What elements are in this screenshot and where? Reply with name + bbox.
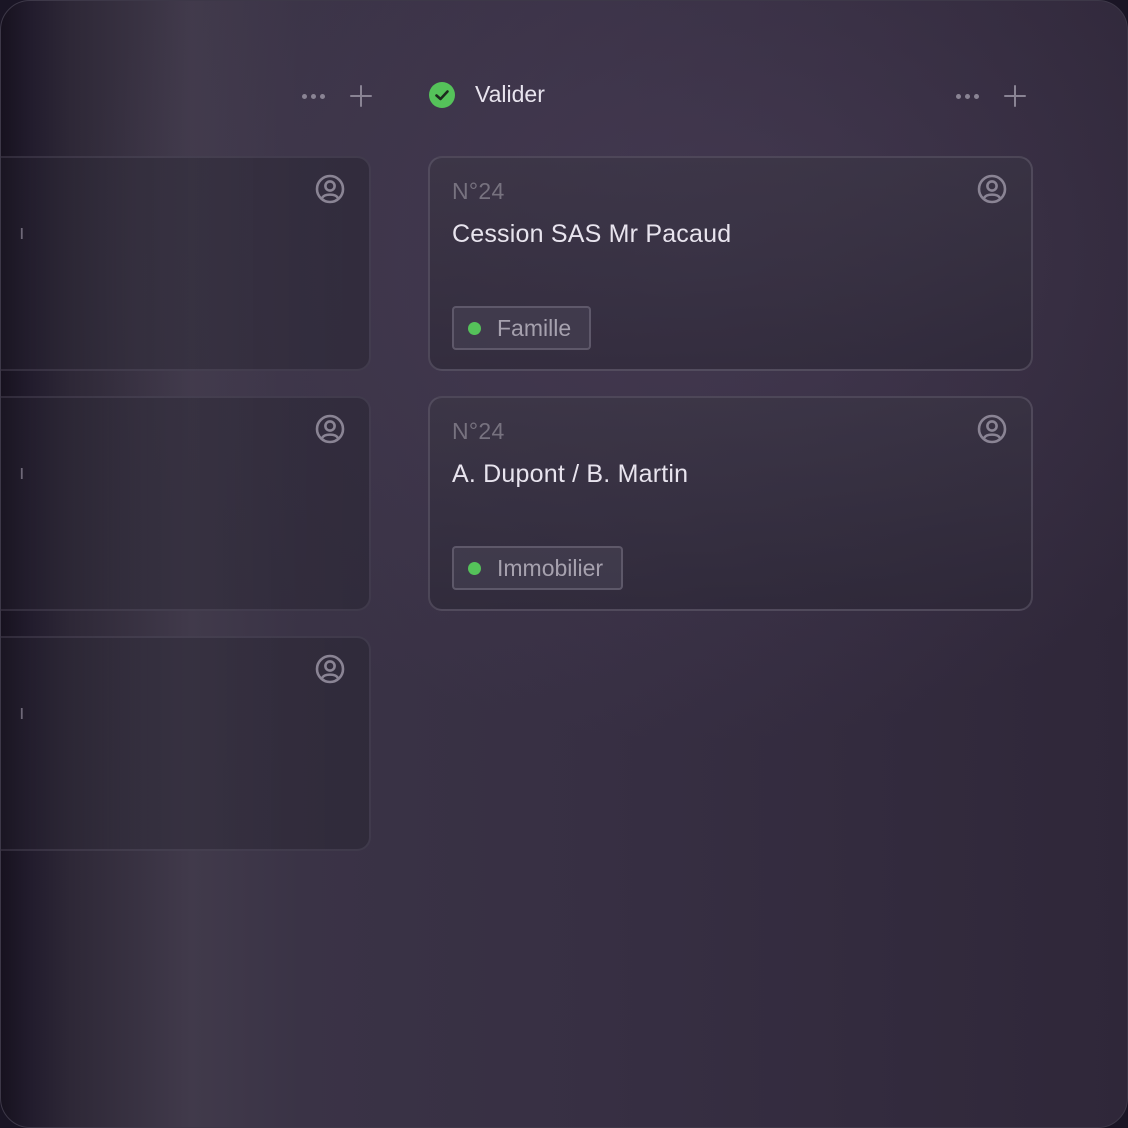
column-left: ı ı ı [1,1,391,1127]
card-number: N°24 [452,418,505,444]
status-dot [468,321,481,335]
tag-immobilier[interactable]: Immobilier [452,546,624,590]
more-dots-icon[interactable] [954,79,980,113]
card-left-1[interactable]: ı [1,156,371,371]
plus-icon[interactable] [998,79,1032,113]
card-dupont-martin[interactable]: N°24 A. Dupont / B. Martin Immobilier [428,396,1033,611]
kanban-board: ı ı ı Valider N°24 Cession SAS Mr Pacaud… [0,0,1128,1128]
more-dots-icon[interactable] [300,79,326,113]
card-left-2-truncated-text: ı [19,462,25,484]
status-dot [468,561,481,575]
card-number: N°24 [452,178,505,204]
column-valider-header-actions [954,79,1032,113]
user-circle-icon[interactable] [315,174,345,204]
column-left-header-actions [300,79,378,113]
card-left-2[interactable]: ı [1,396,371,611]
card-cession-sas[interactable]: N°24 Cession SAS Mr Pacaud Famille [428,156,1033,371]
tag-label: Immobilier [497,554,604,581]
user-circle-icon[interactable] [315,654,345,684]
user-circle-icon[interactable] [977,414,1007,444]
tag-label: Famille [497,314,572,341]
user-circle-icon[interactable] [977,174,1007,204]
tag-famille[interactable]: Famille [452,306,592,350]
card-left-1-truncated-text: ı [19,222,25,244]
card-left-3-truncated-text: ı [19,702,25,724]
card-left-3[interactable]: ı [1,636,371,851]
user-circle-icon[interactable] [315,414,345,444]
column-valider-header: Valider [429,81,545,108]
plus-icon[interactable] [344,79,378,113]
card-title: Cession SAS Mr Pacaud [452,220,732,248]
check-circle-icon [429,81,455,108]
card-title: A. Dupont / B. Martin [452,460,689,488]
column-title: Valider [475,81,545,107]
